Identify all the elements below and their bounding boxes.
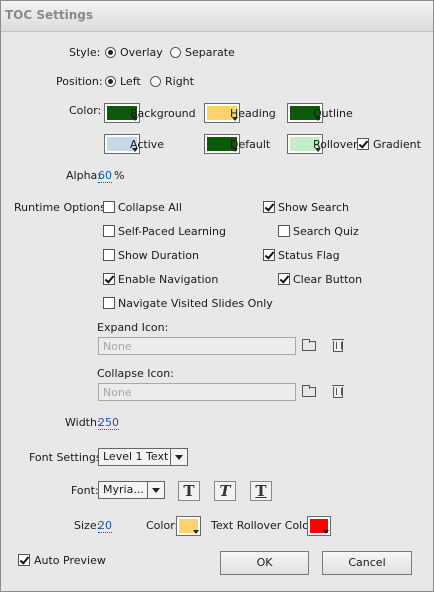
folder-icon[interactable] <box>302 385 316 397</box>
style-label: Style: <box>69 46 101 59</box>
active-color-label: Active <box>130 138 165 151</box>
underline-text-button[interactable]: T <box>250 481 272 501</box>
enable-navigation-label: Enable Navigation <box>118 273 219 286</box>
auto-preview-checkbox[interactable] <box>18 554 30 566</box>
italic-text-button[interactable]: T <box>214 481 236 501</box>
folder-icon[interactable] <box>302 339 316 351</box>
enable-navigation-checkbox[interactable] <box>103 273 115 285</box>
font-value: Myria... <box>103 483 144 496</box>
font-settings-dropdown[interactable]: Level 1 Text <box>98 448 188 466</box>
style-overlay-radio[interactable] <box>105 47 116 58</box>
background-color-label: Background <box>130 107 196 120</box>
position-right-radio[interactable] <box>150 76 161 87</box>
default-color-label: Default <box>230 138 271 151</box>
font-settings-value: Level 1 Text <box>103 450 169 463</box>
chevron-down-icon <box>193 530 199 534</box>
chevron-down-icon <box>147 482 164 498</box>
style-separate-label: Separate <box>185 46 235 59</box>
navigate-visited-slides-only-checkbox[interactable] <box>103 297 115 309</box>
font-label: Font: <box>71 484 99 497</box>
show-duration-checkbox[interactable] <box>103 249 115 261</box>
size-label: Size: <box>74 519 101 532</box>
font-color-swatch[interactable] <box>176 516 201 536</box>
color-label: Color: <box>69 104 102 117</box>
position-left-radio[interactable] <box>105 76 116 87</box>
position-left-label: Left <box>120 75 141 88</box>
window-title: TOC Settings <box>5 8 94 22</box>
collapse-icon-field[interactable]: None <box>98 383 296 401</box>
text-rollover-color-swatch[interactable] <box>307 516 331 536</box>
alpha-unit: % <box>114 169 125 182</box>
show-search-label: Show Search <box>278 201 349 214</box>
outline-color-label: Outline <box>313 107 353 120</box>
style-overlay-label: Overlay <box>120 46 163 59</box>
width-value[interactable]: 250 <box>98 416 119 430</box>
collapse-all-label: Collapse All <box>118 201 182 214</box>
gradient-checkbox[interactable] <box>357 138 369 150</box>
position-label: Position: <box>56 75 103 88</box>
search-quiz-checkbox[interactable] <box>278 225 290 237</box>
trash-icon[interactable] <box>332 339 344 352</box>
text-rollover-color-label: Text Rollover Color: <box>211 519 317 532</box>
ok-button[interactable]: OK <box>220 551 309 575</box>
expand-icon-field[interactable]: None <box>98 337 296 355</box>
rollover-color-label: Rollover <box>313 138 358 151</box>
bold-text-button[interactable]: T <box>178 481 200 501</box>
cancel-button[interactable]: Cancel <box>322 551 412 575</box>
width-label: Width: <box>65 416 101 429</box>
font-dropdown[interactable]: Myria... <box>98 481 165 499</box>
auto-preview-label: Auto Preview <box>34 554 106 567</box>
runtime-options-label: Runtime Options: <box>14 201 110 214</box>
size-value[interactable]: 20 <box>98 519 112 533</box>
search-quiz-label: Search Quiz <box>293 225 359 238</box>
clear-button-checkbox[interactable] <box>278 273 290 285</box>
font-color-label: Color: <box>146 519 179 532</box>
alpha-value[interactable]: 60 <box>98 169 112 183</box>
font-settings-label: Font Settings: <box>29 451 106 464</box>
title-bar[interactable]: TOC Settings <box>1 1 433 32</box>
self-paced-learning-label: Self-Paced Learning <box>118 225 226 238</box>
show-search-checkbox[interactable] <box>263 201 275 213</box>
alpha-label: Alpha: <box>66 169 101 182</box>
self-paced-learning-checkbox[interactable] <box>103 225 115 237</box>
style-separate-radio[interactable] <box>170 47 181 58</box>
collapse-all-checkbox[interactable] <box>103 201 115 213</box>
navigate-visited-slides-only-label: Navigate Visited Slides Only <box>118 297 273 310</box>
toc-settings-dialog: TOC Settings Style: Overlay Separate Pos… <box>0 0 434 592</box>
gradient-label: Gradient <box>373 138 421 151</box>
status-flag-label: Status Flag <box>278 249 340 262</box>
trash-icon[interactable] <box>332 385 344 398</box>
chevron-down-icon <box>170 449 187 465</box>
expand-icon-label: Expand Icon: <box>97 321 169 334</box>
chevron-down-icon <box>323 530 329 534</box>
status-flag-checkbox[interactable] <box>263 249 275 261</box>
show-duration-label: Show Duration <box>118 249 199 262</box>
clear-button-label: Clear Button <box>293 273 363 286</box>
heading-color-label: Heading <box>230 107 276 120</box>
collapse-icon-label: Collapse Icon: <box>97 367 174 380</box>
position-right-label: Right <box>165 75 194 88</box>
